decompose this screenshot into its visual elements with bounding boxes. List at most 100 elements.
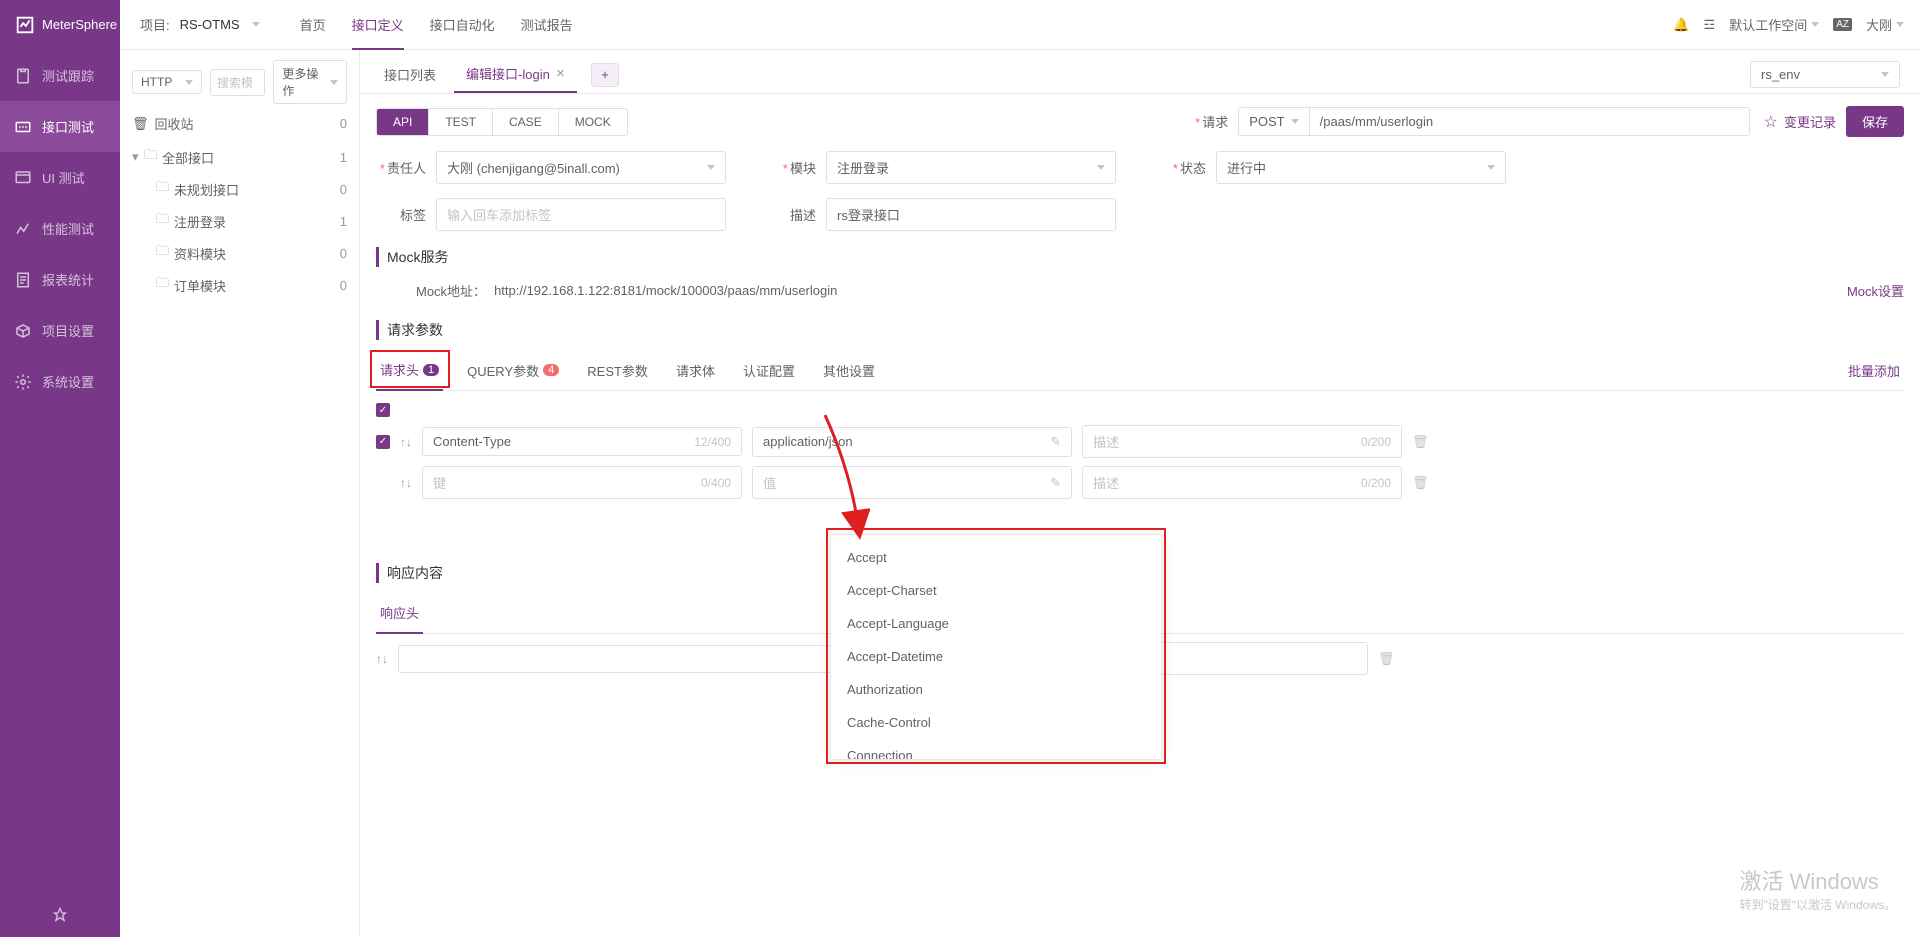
ptab-other[interactable]: 其他设置 xyxy=(819,351,879,390)
dropdown-item[interactable]: Cache-Control xyxy=(831,706,1161,739)
owner-value: 大刚 (chenjigang@5inall.com) xyxy=(447,158,620,177)
batch-add-link[interactable]: 批量添加 xyxy=(1848,361,1904,380)
topnav-test-report[interactable]: 测试报告 xyxy=(521,0,573,50)
tree-label: 注册登录 xyxy=(174,212,226,231)
sidebar-label: 项目设置 xyxy=(42,321,94,340)
desc-label: 描述 xyxy=(766,205,816,224)
folder-icon: 🗀 xyxy=(156,242,170,264)
header-table: ✓ ✓ ↑↓ Content-Type12/400 application/js… xyxy=(376,399,1904,503)
status-select[interactable]: 进行中 xyxy=(1216,151,1506,184)
bell-icon[interactable]: 🔔 xyxy=(1673,17,1689,33)
status-value: 进行中 xyxy=(1227,158,1266,177)
sort-handle[interactable]: ↑↓ xyxy=(376,652,388,666)
mock-settings-link[interactable]: Mock设置 xyxy=(1847,281,1904,300)
sidebar-item-project-settings[interactable]: 项目设置 xyxy=(0,305,120,356)
dropdown-item[interactable]: Authorization xyxy=(831,673,1161,706)
close-icon[interactable]: ✕ xyxy=(556,67,565,80)
resp-key-input[interactable]: 0/400 xyxy=(398,645,878,673)
sort-handle[interactable]: ↑↓ xyxy=(400,476,412,490)
chevron-down-icon xyxy=(1896,22,1904,27)
ptab-body[interactable]: 请求体 xyxy=(672,351,719,390)
ptab-header[interactable]: 请求头1 xyxy=(376,350,443,391)
tag-input[interactable]: 输入回车添加标签 xyxy=(436,198,726,231)
report-icon xyxy=(14,271,32,289)
owner-select[interactable]: 大刚 (chenjigang@5inall.com) xyxy=(436,151,726,184)
sidebar-item-ui-test[interactable]: UI 测试 xyxy=(0,152,120,203)
changelog-link[interactable]: 变更记录 xyxy=(1784,112,1836,131)
caret-icon: ▾ xyxy=(132,149,144,165)
workspace-name: 默认工作空间 xyxy=(1729,15,1807,34)
char-count: 0/400 xyxy=(701,476,731,490)
delete-row-button[interactable]: 🗑 xyxy=(1412,475,1429,491)
btn-test[interactable]: TEST xyxy=(429,109,493,135)
chart-icon xyxy=(14,220,32,238)
sidebar-pin[interactable] xyxy=(0,893,120,937)
btn-case[interactable]: CASE xyxy=(493,109,559,135)
protocol-select[interactable]: HTTP xyxy=(132,70,202,94)
tab-api-list[interactable]: 接口列表 xyxy=(372,57,448,92)
api-icon xyxy=(14,118,32,136)
task-icon[interactable]: ☲ xyxy=(1704,17,1716,33)
row-checkbox[interactable]: ✓ xyxy=(376,435,390,449)
ptab-rest[interactable]: REST参数 xyxy=(583,351,652,390)
dropdown-item[interactable]: Accept-Datetime xyxy=(831,640,1161,673)
btn-mock[interactable]: MOCK xyxy=(559,109,627,135)
header-desc-input[interactable]: 描述0/200 xyxy=(1082,466,1402,499)
header-desc-input[interactable]: 描述0/200 xyxy=(1082,425,1402,458)
tree-node[interactable]: 🗀未规划接口0 xyxy=(132,173,347,205)
sidebar-item-api-test[interactable]: 接口测试 xyxy=(0,101,120,152)
sidebar-item-report[interactable]: 报表统计 xyxy=(0,254,120,305)
val-placeholder: 值 xyxy=(763,473,776,492)
header-key-input[interactable]: Content-Type12/400 xyxy=(422,427,742,456)
workspace-select[interactable]: 默认工作空间 xyxy=(1729,15,1819,34)
main: 接口列表 编辑接口-login✕ + rs_env API TEST CASE … xyxy=(360,50,1920,937)
char-count: 0/200 xyxy=(1361,435,1391,449)
ptab-auth[interactable]: 认证配置 xyxy=(739,351,799,390)
module-select[interactable]: 注册登录 xyxy=(826,151,1116,184)
tree-node[interactable]: 🗀订单模块0 xyxy=(132,269,347,301)
method-select[interactable]: POST xyxy=(1238,107,1309,136)
tree-node[interactable]: 🗀注册登录1 xyxy=(132,205,347,237)
recycle-bin[interactable]: 🗑 回收站 0 xyxy=(132,114,347,133)
dropdown-item[interactable]: Connection xyxy=(831,739,1161,760)
delete-row-button[interactable]: 🗑 xyxy=(1412,434,1429,450)
env-select[interactable]: rs_env xyxy=(1750,61,1900,88)
desc-input[interactable]: rs登录接口 xyxy=(826,198,1116,231)
header-key-input[interactable]: 键0/400 xyxy=(422,466,742,499)
folder-icon: 🗀 xyxy=(144,146,158,168)
edit-icon[interactable]: ✎ xyxy=(1050,475,1061,491)
dropdown-item[interactable]: Accept-Language xyxy=(831,607,1161,640)
edit-icon[interactable]: ✎ xyxy=(1050,434,1061,450)
tab-add-button[interactable]: + xyxy=(591,63,619,87)
btn-api[interactable]: API xyxy=(377,109,429,135)
header-value-input[interactable]: application/json✎ xyxy=(752,427,1072,457)
topnav-api-auto[interactable]: 接口自动化 xyxy=(430,0,495,50)
ptab-query[interactable]: QUERY参数4 xyxy=(463,351,563,390)
save-button[interactable]: 保存 xyxy=(1846,106,1904,137)
tab-edit-api[interactable]: 编辑接口-login✕ xyxy=(454,56,577,93)
dropdown-item[interactable]: Accept xyxy=(831,541,1161,574)
sort-handle[interactable]: ↑↓ xyxy=(400,435,412,449)
topnav-api-def[interactable]: 接口定义 xyxy=(352,0,404,50)
project-select[interactable]: 项目: RS-OTMS xyxy=(140,15,260,34)
sidebar-item-perf-test[interactable]: 性能测试 xyxy=(0,203,120,254)
select-all-checkbox[interactable]: ✓ xyxy=(376,403,390,417)
tree-count: 0 xyxy=(340,182,347,197)
sidebar-item-system-settings[interactable]: 系统设置 xyxy=(0,356,120,407)
header-key-dropdown: Accept Accept-Charset Accept-Language Ac… xyxy=(830,534,1162,760)
sidebar-item-test-track[interactable]: 测试跟踪 xyxy=(0,50,120,101)
project-label: 项目: xyxy=(140,15,170,34)
more-actions[interactable]: 更多操作 xyxy=(273,60,347,104)
dropdown-item[interactable]: Accept-Charset xyxy=(831,574,1161,607)
user-menu[interactable]: 大刚 xyxy=(1866,15,1904,34)
delete-row-button[interactable]: 🗑 xyxy=(1378,651,1395,667)
url-input[interactable]: /paas/mm/userlogin xyxy=(1310,107,1750,136)
topnav-home[interactable]: 首页 xyxy=(300,0,326,50)
resp-tab-header[interactable]: 响应头 xyxy=(376,593,423,634)
lang-badge[interactable]: AZ xyxy=(1833,18,1852,31)
tree-root[interactable]: ▾🗀全部接口1 xyxy=(132,141,347,173)
module-search[interactable]: 搜索模 xyxy=(210,69,265,96)
tree-node[interactable]: 🗀资料模块0 xyxy=(132,237,347,269)
star-icon[interactable]: ☆ xyxy=(1764,112,1778,132)
header-value-input[interactable]: 值✎ xyxy=(752,466,1072,499)
